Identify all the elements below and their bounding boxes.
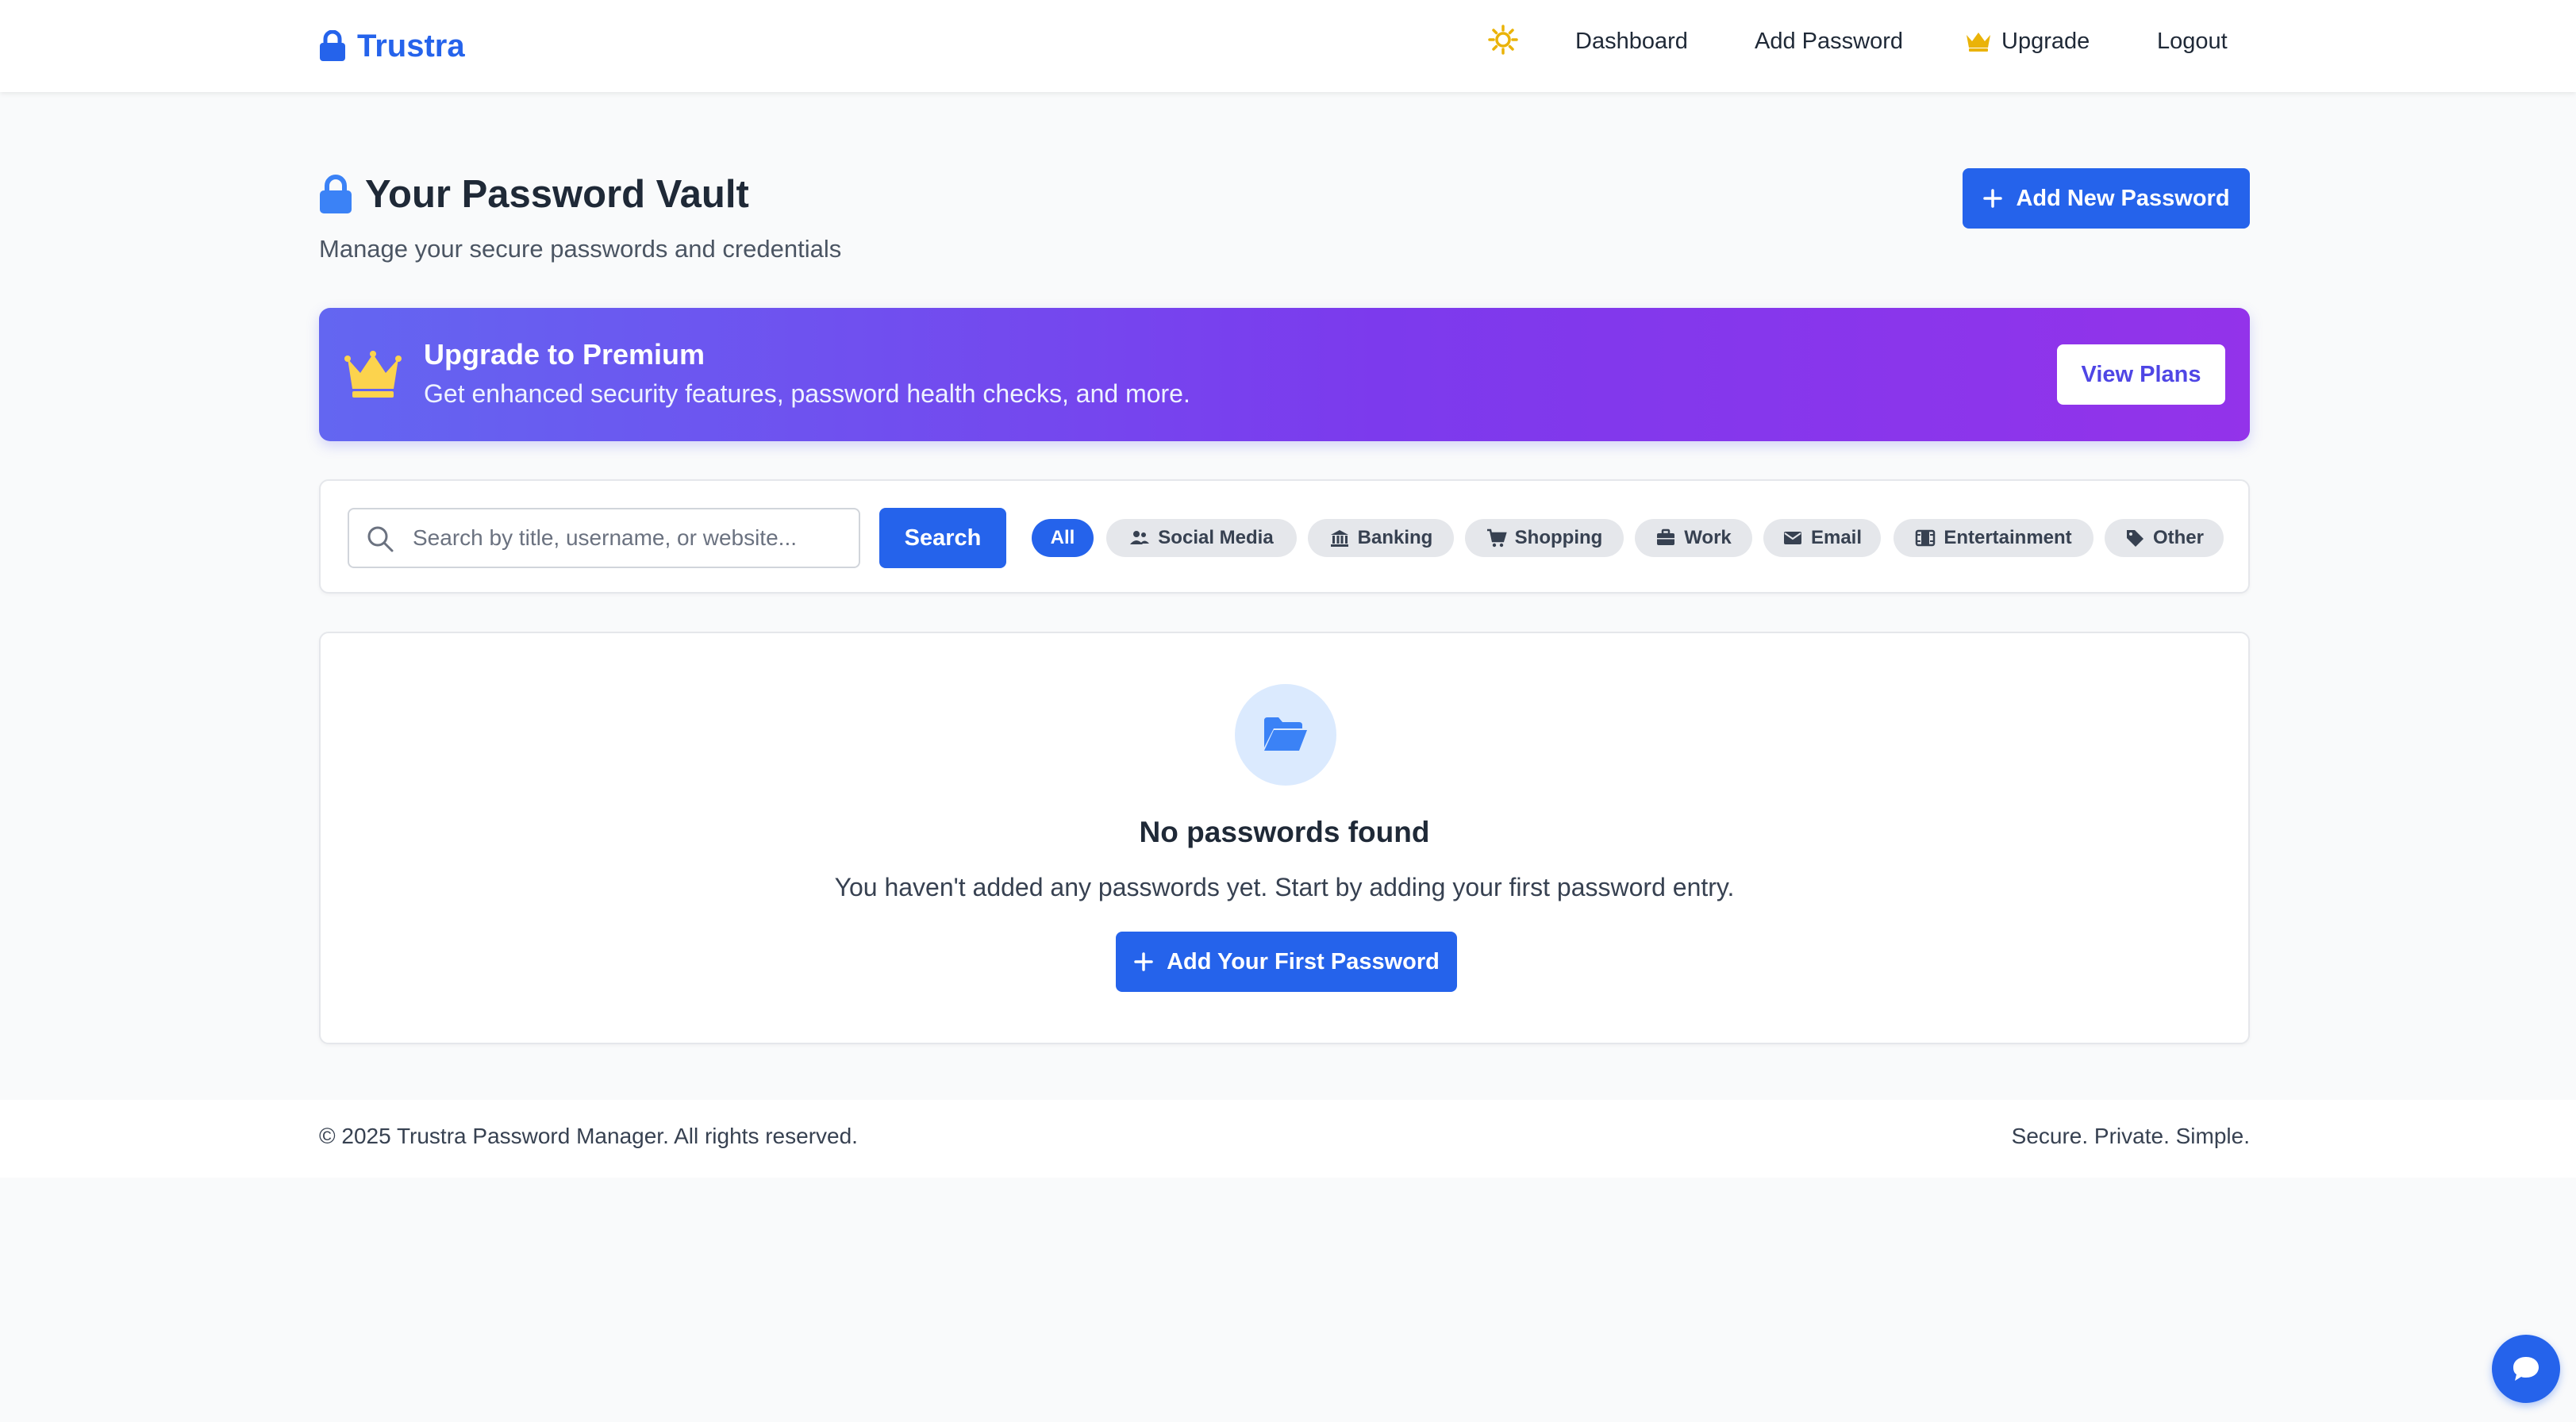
filter-chip-work[interactable]: Work [1635, 519, 1752, 557]
chat-bubble-icon [2513, 1357, 2539, 1381]
empty-state-icon-circle [1235, 684, 1336, 786]
banner-title: Upgrade to Premium [424, 338, 706, 371]
filter-chip-shopping[interactable]: Shopping [1465, 519, 1624, 557]
plus-icon [1134, 952, 1153, 971]
empty-state-card: No passwords found You haven't added any… [319, 632, 2250, 1044]
filter-chip-label: Shopping [1514, 527, 1603, 548]
nav-upgrade-label: Upgrade [2001, 29, 2090, 54]
add-first-password-button[interactable]: Add Your First Password [1116, 932, 1457, 992]
view-plans-button[interactable]: View Plans [2057, 344, 2225, 405]
nav-add-password[interactable]: Add Password [1755, 24, 1903, 59]
filter-chip-label: Email [1810, 527, 1863, 548]
footer-tagline: Secure. Private. Simple. [2011, 1124, 2250, 1148]
filter-chip-email[interactable]: Email [1763, 519, 1881, 557]
crown-icon [1967, 33, 1990, 52]
lock-icon [320, 30, 345, 61]
search-box[interactable] [348, 508, 860, 568]
search-filter-card: Search All Social Media Banking Shopping [319, 479, 2250, 594]
banner-text: Get enhanced security features, password… [424, 379, 1190, 408]
add-first-password-label: Add Your First Password [1167, 948, 1440, 974]
users-icon [1130, 531, 1150, 544]
search-input[interactable] [413, 509, 849, 567]
search-button[interactable]: Search [879, 508, 1006, 568]
plus-icon [1983, 189, 2003, 208]
empty-state-title: No passwords found [1139, 816, 1430, 848]
filter-chip-label: Other [2152, 527, 2204, 548]
envelope-icon [1783, 532, 1801, 544]
footer-copyright: © 2025 Trustra Password Manager. All rig… [319, 1124, 858, 1148]
filter-chip-label: Work [1684, 527, 1732, 548]
cart-icon [1486, 528, 1507, 548]
bank-icon [1330, 530, 1348, 547]
lock-icon [320, 175, 352, 213]
filter-chip-label: Banking [1357, 527, 1433, 548]
nav-dashboard[interactable]: Dashboard [1575, 24, 1688, 59]
search-icon [367, 526, 394, 552]
brand-name: Trustra [357, 28, 465, 63]
add-new-password-button[interactable]: Add New Password [1963, 168, 2250, 229]
filter-chip-all[interactable]: All [1032, 519, 1094, 557]
filter-chip-entertainment[interactable]: Entertainment [1894, 519, 2093, 557]
briefcase-icon [1657, 528, 1675, 545]
page-title: Your Password Vault [365, 173, 749, 216]
nav-upgrade[interactable]: Upgrade [1965, 24, 2090, 59]
chat-button[interactable] [2492, 1335, 2560, 1403]
premium-banner: Upgrade to Premium Get enhanced security… [319, 308, 2250, 441]
add-new-password-label: Add New Password [2016, 185, 2230, 211]
brand-logo[interactable]: Trustra [319, 22, 465, 70]
filter-chip-other[interactable]: Other [2105, 519, 2224, 557]
filter-chip-label: Social Media [1158, 527, 1274, 548]
tag-icon [2126, 530, 2143, 547]
nav-logout[interactable]: Logout [2157, 24, 2228, 59]
sun-icon[interactable] [1487, 24, 1519, 56]
page-subtitle: Manage your secure passwords and credent… [319, 235, 842, 263]
page-heading: Your Password Vault [319, 170, 749, 219]
filter-chip-social-media[interactable]: Social Media [1106, 519, 1297, 557]
footer: © 2025 Trustra Password Manager. All rig… [0, 1100, 2576, 1178]
top-navbar: Trustra Dashboard Add Password Upgrade L… [0, 0, 2576, 92]
crown-icon [344, 351, 402, 398]
film-icon [1916, 529, 1936, 547]
filter-chip-label: All [1050, 527, 1075, 548]
filter-chip-banking[interactable]: Banking [1308, 519, 1454, 557]
filter-chip-label: Entertainment [1944, 527, 2072, 548]
empty-state-text: You haven't added any passwords yet. Sta… [834, 873, 1735, 901]
folder-open-icon [1264, 717, 1307, 751]
